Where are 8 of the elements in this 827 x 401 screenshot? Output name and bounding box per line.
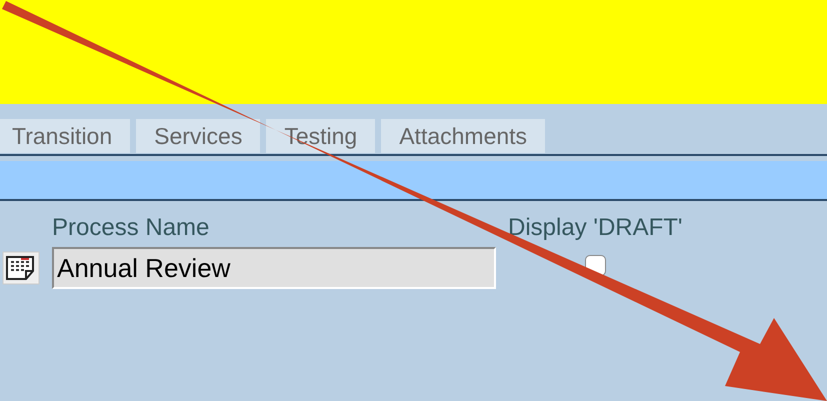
field-label: Process Name [52, 213, 210, 243]
tab[interactable]: Services [136, 119, 260, 153]
process-name-field[interactable]: Annual Review [52, 247, 496, 289]
calendar-icon[interactable] [2, 251, 40, 285]
tab[interactable]: Attachments [381, 119, 546, 153]
field-label: Display 'DRAFT' [508, 213, 683, 243]
tab[interactable]: Testing [266, 119, 376, 153]
tab[interactable]: Transition [0, 119, 130, 153]
